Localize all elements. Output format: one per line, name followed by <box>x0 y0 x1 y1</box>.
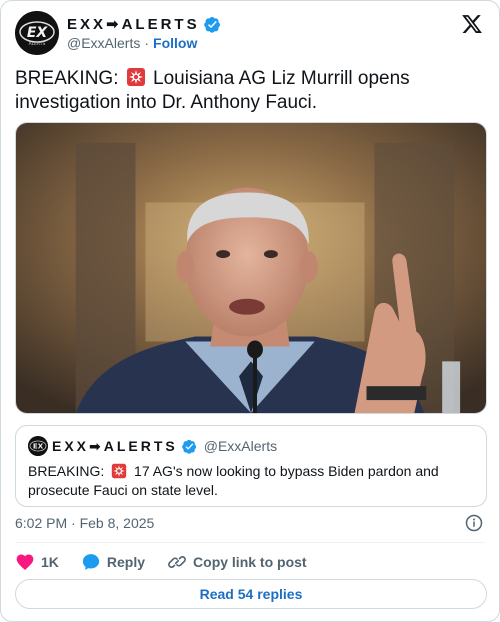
speech-bubble-icon <box>82 554 100 570</box>
tweet-header: EX ALERTS EXX➡ALERTS @ExxAlerts · Follow <box>15 11 485 57</box>
tweet-text-before: BREAKING: <box>15 68 124 89</box>
embedded-tweet-card: EX ALERTS EXX➡ALERTS @ExxAlerts · Follow… <box>0 0 500 622</box>
divider <box>15 542 485 543</box>
action-bar: 1K Reply Copy link to post <box>15 550 329 574</box>
avatar[interactable]: EX ALERTS <box>15 11 59 55</box>
svg-text:EX: EX <box>33 443 44 451</box>
quoted-display-name: EXX➡ALERTS <box>52 437 178 454</box>
exx-logo-icon: EX ALERTS <box>15 11 59 55</box>
read-replies-button[interactable]: Read 54 replies <box>15 579 487 609</box>
copy-link-label: Copy link to post <box>193 554 307 570</box>
like-button[interactable]: 1K <box>15 552 59 572</box>
follow-button[interactable]: Follow <box>153 35 197 51</box>
reply-label: Reply <box>106 554 146 570</box>
siren-emoji-icon <box>111 463 127 479</box>
copy-link-button[interactable]: Copy link to post <box>167 552 307 572</box>
handle[interactable]: @ExxAlerts <box>67 35 140 51</box>
link-icon <box>168 556 186 568</box>
quoted-handle: @ExxAlerts <box>203 438 278 454</box>
quoted-tweet-text: BREAKING: 17 AG's now looking to bypass … <box>28 462 474 500</box>
timestamp[interactable]: 6:02 PM · Feb 8, 2025 <box>15 515 154 531</box>
handle-row: @ExxAlerts · Follow <box>67 35 197 51</box>
quoted-tweet-header: EX EXX➡ALERTS @ExxAlerts <box>28 436 474 456</box>
info-icon[interactable] <box>465 514 483 532</box>
like-count: 1K <box>41 554 59 570</box>
tweet-text: BREAKING: Louisiana AG Liz Murrill opens… <box>15 67 485 115</box>
display-name[interactable]: EXX➡ALERTS <box>67 15 200 33</box>
name-row: EXX➡ALERTS <box>67 15 221 33</box>
svg-text:ALERTS: ALERTS <box>29 41 46 47</box>
reply-button[interactable]: Reply <box>81 552 145 572</box>
siren-emoji-icon <box>126 68 145 86</box>
quoted-avatar: EX <box>28 436 48 456</box>
verified-badge-icon <box>203 16 220 33</box>
x-logo-icon[interactable] <box>461 13 483 35</box>
tweet-photo[interactable] <box>15 122 487 414</box>
quoted-text-before: BREAKING: <box>28 463 109 479</box>
separator: · <box>144 35 150 51</box>
svg-text:EX: EX <box>27 25 49 41</box>
verified-badge-icon <box>181 439 196 454</box>
exx-logo-icon: EX <box>28 436 48 456</box>
heart-icon <box>16 554 34 570</box>
quoted-tweet[interactable]: EX EXX➡ALERTS @ExxAlerts BREAKING: 17 AG… <box>15 425 487 507</box>
photo-image <box>16 123 486 413</box>
